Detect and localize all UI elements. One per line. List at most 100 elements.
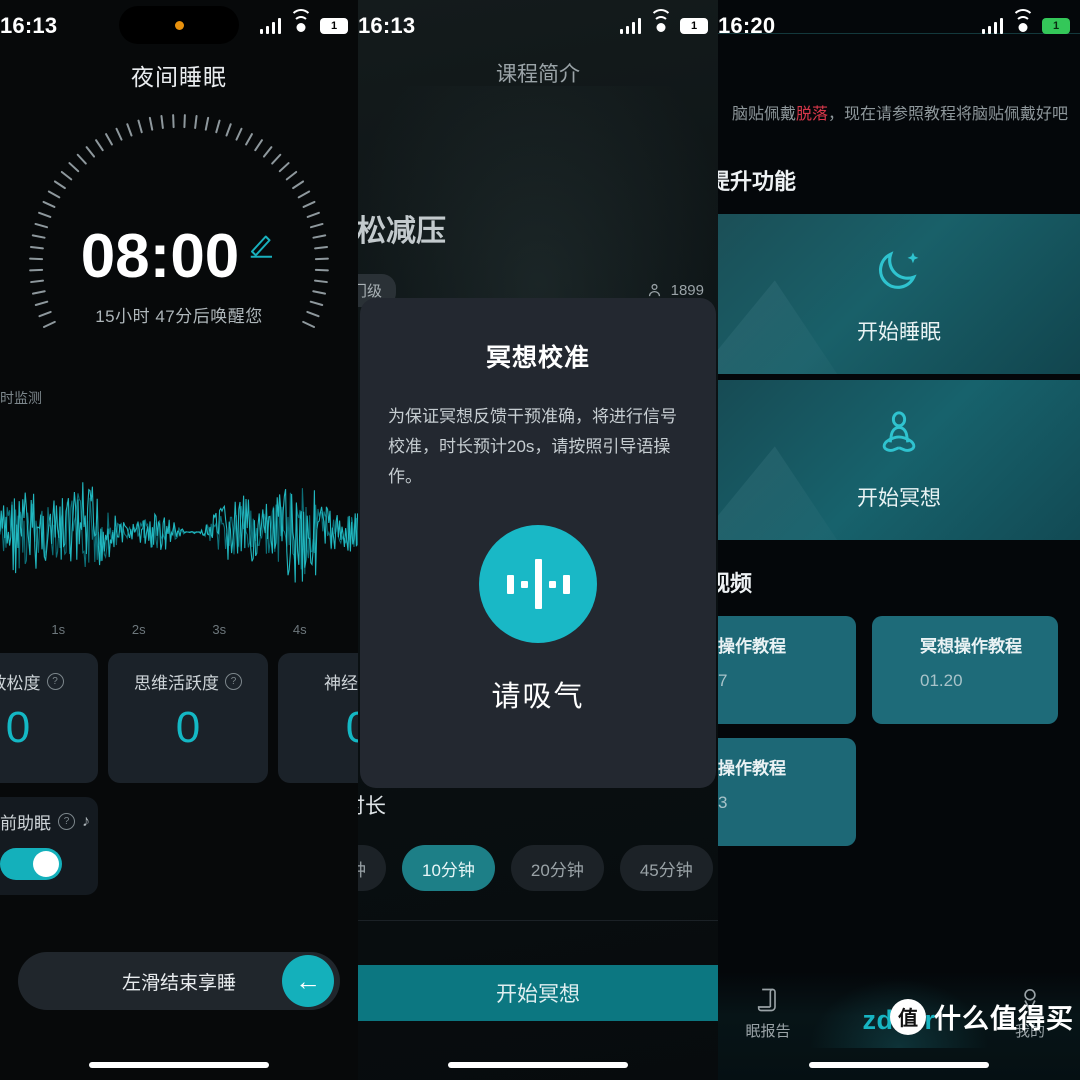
dialog-title: 冥想校准 xyxy=(485,344,590,372)
sleep-aid-card: 前助眠 ? ♪ xyxy=(0,797,98,895)
pencil-icon[interactable] xyxy=(247,229,277,264)
duration-section-label: 时长 xyxy=(358,795,386,818)
sleep-aid-label: 前助眠 ? ♪ xyxy=(0,809,98,834)
metric-label: 经放松度 ? xyxy=(0,669,64,694)
metric-value: 0 xyxy=(175,703,201,752)
course-title: 松减压 xyxy=(358,215,446,248)
person-icon xyxy=(648,283,660,297)
course-people-count: 1899 xyxy=(646,282,704,299)
metric-label: 思维活跃度 ? xyxy=(134,669,242,694)
alarm-clock-display: 08:00 15小时 47分后唤醒您 xyxy=(0,226,358,327)
question-mark-icon[interactable]: ? xyxy=(58,813,75,830)
three-phone-screenshot-collage: 16:13 1 夜间睡眠 08:00 15小时 47分后唤醒您 时监测 1s 2… xyxy=(0,0,1080,1080)
phone-panel-meditation: 16:13 1 课程简介 松减压 门级 1899 冥想校准 为保证冥想反馈干预准… xyxy=(358,0,718,1080)
meditation-icon xyxy=(872,409,926,468)
video-card[interactable]: 操作教程 3 xyxy=(718,738,856,846)
watermark-badge: 值 xyxy=(890,998,926,1035)
audio-waveform-icon xyxy=(479,525,597,644)
metric-value: 0 xyxy=(5,703,31,752)
home-indicator xyxy=(89,1062,269,1068)
video-title: 操作教程 xyxy=(718,637,786,656)
dialog-body: 为保证冥想反馈干预准确，将进行信号校准，时长预计20s，请按照引导语操作。 xyxy=(388,407,677,486)
battery-icon: 1 xyxy=(1042,18,1070,34)
status-time: 16:13 xyxy=(358,13,416,38)
nav-title: 课程简介 xyxy=(496,63,580,86)
metric-label-text: 神经疲劳 xyxy=(324,674,358,693)
metric-label: 神经疲劳 xyxy=(324,669,358,694)
battery-icon: 1 xyxy=(680,18,708,34)
status-time: 16:13 xyxy=(0,13,58,38)
question-mark-icon[interactable]: ? xyxy=(225,673,242,690)
metric-value: 0 xyxy=(345,703,358,752)
phone-panel-home: 16:20 1 脑贴佩戴脱落，现在请参照教程将脑贴佩戴好吧 提升功能 开始睡眠 xyxy=(718,0,1080,1080)
tab-sleep-report[interactable]: 眠报告 xyxy=(720,986,816,1041)
alert-prefix: 脑贴佩戴 xyxy=(732,106,797,123)
recording-dot-icon xyxy=(174,20,184,30)
battery-icon: 1 xyxy=(320,18,348,34)
moon-icon xyxy=(872,243,926,302)
arrow-left-icon[interactable]: ← xyxy=(282,955,334,1007)
metric-card-fatigue[interactable]: 神经疲劳 0 xyxy=(278,653,358,783)
start-meditation-card[interactable]: 开始冥想 xyxy=(718,380,1080,540)
wifi-icon xyxy=(1011,9,1034,34)
duration-option[interactable]: 分钟 xyxy=(358,845,386,891)
video-row: 操作教程 7 冥想操作教程 01.20 xyxy=(718,616,1080,724)
home-background xyxy=(718,0,1080,1080)
alert-highlight: 脱落 xyxy=(796,106,829,123)
axis-tick: 2s xyxy=(131,622,146,637)
tutorial-video-grid: 操作教程 7 冥想操作教程 01.20 操作教程 3 xyxy=(718,616,1080,846)
eeg-waveform-chart xyxy=(0,414,358,614)
alarm-time: 08:00 xyxy=(80,222,240,291)
section-title-functions: 提升功能 xyxy=(718,169,797,194)
phone-panel-sleep: 16:13 1 夜间睡眠 08:00 15小时 47分后唤醒您 时监测 1s 2… xyxy=(0,0,358,1080)
video-duration: 7 xyxy=(718,671,728,690)
video-card[interactable]: 冥想操作教程 01.20 xyxy=(872,616,1058,724)
meditation-calibration-dialog: 冥想校准 为保证冥想反馈干预准确，将进行信号校准，时长预计20s，请按照引导语操… xyxy=(360,298,716,788)
signal-bars-icon xyxy=(619,18,641,34)
question-mark-icon[interactable]: ? xyxy=(46,673,64,690)
wifi-icon xyxy=(289,9,312,34)
metric-label-text: 思维活跃度 xyxy=(134,674,219,693)
music-note-icon[interactable]: ♪ xyxy=(82,813,90,831)
duration-options: 分钟 10分钟 20分钟 45分钟 xyxy=(358,845,718,891)
page-title: 夜间睡眠 xyxy=(131,64,227,90)
duration-option[interactable]: 45分钟 xyxy=(619,845,713,891)
sleep-aid-toggle[interactable] xyxy=(0,848,62,880)
status-bar: 16:13 1 xyxy=(358,0,718,52)
video-duration: 3 xyxy=(718,793,728,812)
watermark: 值 什么值得买 xyxy=(890,997,1074,1036)
start-meditation-button[interactable]: 开始冥想 xyxy=(358,965,718,1021)
report-scroll-icon xyxy=(757,988,776,1012)
metric-label-text: 经放松度 xyxy=(0,674,41,693)
video-card[interactable]: 操作教程 7 xyxy=(718,616,856,724)
start-sleep-label: 开始睡眠 xyxy=(857,320,941,344)
metric-cards: 经放松度 ? 0 思维活跃度 ? 0 神经疲劳 0 xyxy=(0,653,358,783)
people-count-text: 1899 xyxy=(670,282,704,299)
video-title: 操作教程 xyxy=(718,759,786,778)
duration-option[interactable]: 20分钟 xyxy=(510,845,604,891)
home-indicator xyxy=(809,1062,989,1068)
slide-to-end-sleep[interactable]: 左滑结束享睡 ← xyxy=(18,952,340,1010)
wake-note: 15小时 47分后唤醒您 xyxy=(95,307,263,326)
metric-card-relaxation[interactable]: 经放松度 ? 0 xyxy=(0,653,98,783)
axis-tick: 1s xyxy=(51,622,66,637)
waveform-axis-ticks: 1s 2s 3s 4s xyxy=(0,622,358,637)
start-sleep-card[interactable]: 开始睡眠 xyxy=(718,214,1080,374)
breath-instruction: 请吸气 xyxy=(491,681,585,714)
duration-option-selected[interactable]: 10分钟 xyxy=(402,845,495,891)
signal-bars-icon xyxy=(981,18,1003,34)
alarm-gauge: 08:00 15小时 47分后唤醒您 xyxy=(0,114,358,374)
metric-card-mind-activity[interactable]: 思维活跃度 ? 0 xyxy=(108,653,268,783)
slide-to-end-label: 左滑结束享睡 xyxy=(121,972,236,994)
watermark-text: 什么值得买 xyxy=(934,1004,1074,1034)
start-meditation-label: 开始冥想 xyxy=(857,486,941,510)
status-time: 16:20 xyxy=(718,13,776,38)
alert-suffix: ，现在请参照教程将脑贴佩戴好吧 xyxy=(828,106,1069,123)
dynamic-island xyxy=(119,6,239,44)
divider xyxy=(358,920,718,921)
video-duration: 01.20 xyxy=(920,671,963,690)
axis-tick: 4s xyxy=(292,622,307,637)
status-bar: 16:20 1 xyxy=(718,0,1080,52)
home-indicator xyxy=(448,1062,628,1068)
video-row: 操作教程 3 xyxy=(718,738,1080,846)
